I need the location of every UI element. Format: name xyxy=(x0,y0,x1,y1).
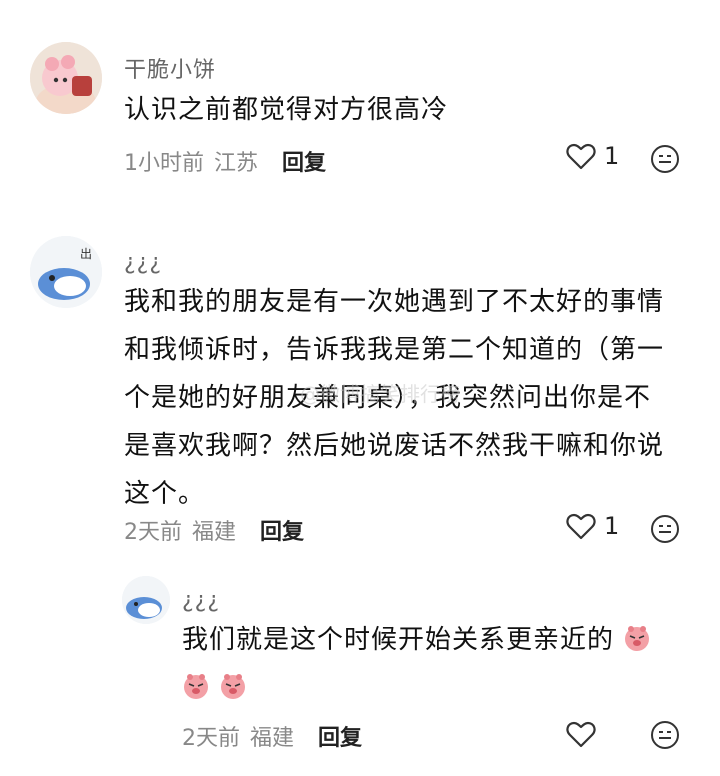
reply-author[interactable]: ¿¿¿ xyxy=(182,588,220,613)
avatar[interactable] xyxy=(30,42,102,114)
reply-button[interactable]: 回复 xyxy=(282,145,326,177)
like-count: 1 xyxy=(604,142,620,170)
svg-text:出: 出 xyxy=(80,247,92,261)
emoji-reaction-icon[interactable] xyxy=(650,720,680,750)
like-button[interactable] xyxy=(566,720,596,748)
reply-time: 2天前 xyxy=(182,726,240,751)
watermark: @微博搞笑排行榜 xyxy=(300,382,460,406)
emoji-reaction-icon[interactable] xyxy=(650,144,680,174)
emoji-reaction-icon[interactable] xyxy=(650,514,680,544)
comment-author[interactable]: 干脆小饼 xyxy=(124,52,216,84)
comment-meta: 1小时前 江苏 回复 xyxy=(124,145,326,177)
like-count: 1 xyxy=(604,512,620,540)
comment-author[interactable]: ¿¿¿ xyxy=(124,250,162,275)
avatar[interactable]: 出 xyxy=(30,236,102,308)
angry-pig-emoji-icon xyxy=(182,668,210,699)
heart-icon xyxy=(566,512,596,540)
reply-meta: 2天前 福建 回复 xyxy=(182,720,362,752)
heart-icon xyxy=(566,720,596,748)
heart-icon xyxy=(566,142,596,170)
reply-button[interactable]: 回复 xyxy=(260,514,304,546)
comment-location: 福建 xyxy=(192,520,237,545)
comment-time: 2天前 xyxy=(124,520,182,545)
reply-text: 我们就是这个时候开始关系更亲近的 xyxy=(182,616,682,712)
comment-time: 1小时前 xyxy=(124,151,204,176)
angry-pig-emoji-icon xyxy=(219,668,247,699)
comment-text: 认识之前都觉得对方很高冷 xyxy=(124,95,449,125)
reply-button[interactable]: 回复 xyxy=(318,720,362,752)
angry-pig-emoji-icon xyxy=(623,620,651,651)
avatar[interactable] xyxy=(122,576,170,624)
reply-text-body: 我们就是这个时候开始关系更亲近的 xyxy=(182,625,615,655)
like-button[interactable]: 1 xyxy=(566,512,619,540)
reply-location: 福建 xyxy=(250,726,295,751)
comment-meta: 2天前 福建 回复 xyxy=(124,514,304,546)
comment-location: 江苏 xyxy=(214,151,259,176)
like-button[interactable]: 1 xyxy=(566,142,619,170)
